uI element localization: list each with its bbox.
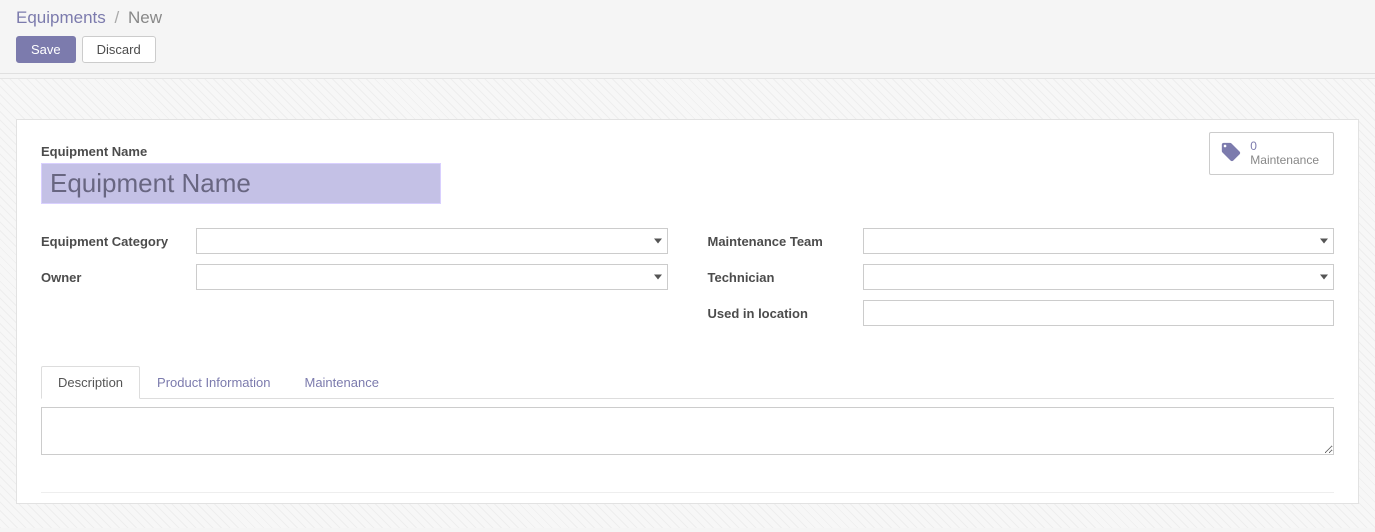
equipment-category-label: Equipment Category: [41, 234, 196, 249]
breadcrumb-parent[interactable]: Equipments: [16, 8, 106, 27]
save-button[interactable]: Save: [16, 36, 76, 63]
maintenance-team-input[interactable]: [863, 228, 1335, 254]
stat-text: 0 Maintenance: [1250, 139, 1319, 168]
owner-label: Owner: [41, 270, 196, 285]
form-sheet: 0 Maintenance Equipment Name Equipment C…: [16, 119, 1359, 504]
equipment-name-label: Equipment Name: [41, 144, 1174, 159]
owner-input[interactable]: [196, 264, 668, 290]
content-area: 0 Maintenance Equipment Name Equipment C…: [0, 78, 1375, 528]
owner-select[interactable]: [196, 264, 668, 290]
maintenance-stat-button[interactable]: 0 Maintenance: [1209, 132, 1334, 175]
technician-label: Technician: [708, 270, 863, 285]
tab-description[interactable]: Description: [41, 366, 140, 399]
used-in-location-label: Used in location: [708, 306, 863, 321]
discard-button[interactable]: Discard: [82, 36, 156, 63]
tag-icon: [1220, 141, 1242, 166]
sheet-footer-divider: [41, 492, 1334, 493]
maintenance-team-label: Maintenance Team: [708, 234, 863, 249]
technician-input[interactable]: [863, 264, 1335, 290]
equipment-name-input[interactable]: [41, 163, 441, 204]
maintenance-count: 0: [1250, 139, 1319, 153]
title-area: Equipment Name: [41, 144, 1174, 204]
maintenance-label: Maintenance: [1250, 153, 1319, 167]
left-column: Equipment Category Owner: [41, 228, 668, 336]
technician-select[interactable]: [863, 264, 1335, 290]
action-buttons: Save Discard: [16, 36, 1359, 63]
form-columns: Equipment Category Owner: [41, 228, 1334, 336]
breadcrumb-separator: /: [111, 8, 124, 27]
tab-maintenance[interactable]: Maintenance: [287, 366, 395, 399]
description-textarea[interactable]: [41, 407, 1334, 455]
used-in-location-input[interactable]: [863, 300, 1335, 326]
breadcrumb: Equipments / New: [16, 8, 1359, 28]
right-column: Maintenance Team Technician: [708, 228, 1335, 336]
tab-body-description: [41, 399, 1334, 464]
control-panel: Equipments / New Save Discard: [0, 0, 1375, 74]
equipment-category-select[interactable]: [196, 228, 668, 254]
maintenance-team-select[interactable]: [863, 228, 1335, 254]
equipment-category-input[interactable]: [196, 228, 668, 254]
tab-product-information[interactable]: Product Information: [140, 366, 287, 399]
breadcrumb-current: New: [128, 8, 162, 27]
tabs: Description Product Information Maintena…: [41, 366, 1334, 399]
